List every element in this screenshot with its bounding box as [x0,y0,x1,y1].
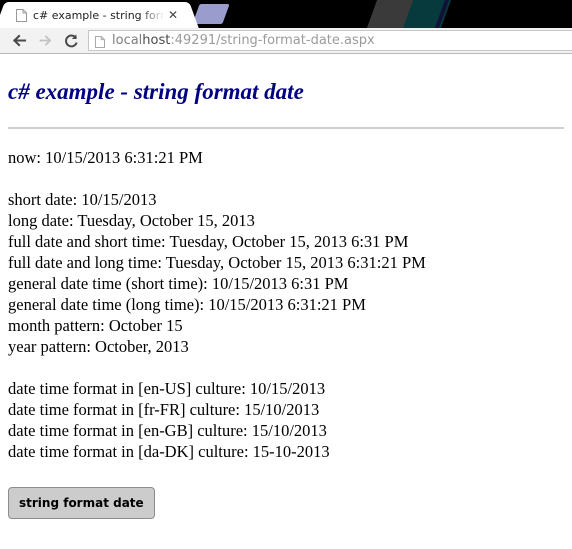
tab-title: c# example - string forma [33,8,164,22]
browser-toolbar: localhost:49291/string-format-date.aspx [0,28,572,54]
document-icon [16,8,27,22]
string-format-date-button[interactable]: string format date [8,486,155,519]
tab-strip: c# example - string forma ✕ [0,0,572,28]
close-icon[interactable]: ✕ [166,8,180,22]
address-bar-url: localhost:49291/string-format-date.aspx [112,33,375,48]
format-line: general date time (short time): 10/15/20… [8,273,349,293]
document-icon [95,35,105,48]
arrow-right-icon [39,35,51,46]
format-line: short date: 10/15/2013 [8,189,157,209]
reload-icon [64,33,78,47]
format-line: long date: Tuesday, October 15, 2013 [8,210,255,230]
culture-line: date time format in [en-GB] culture: 15/… [8,420,327,440]
format-line: full date and short time: Tuesday, Octob… [8,231,409,251]
format-line: year pattern: October, 2013 [8,336,189,356]
back-button[interactable] [6,29,32,53]
culture-line: date time format in [da-DK] culture: 15-… [8,441,330,461]
url-host-strong: host [142,33,171,48]
format-line: general date time (long time): 10/15/201… [8,294,366,314]
new-tab-button[interactable] [192,4,230,24]
browser-tab[interactable]: c# example - string forma ✕ [8,2,186,28]
culture-lines-block: date time format in [en-US] culture: 10/… [8,378,564,462]
format-lines-block: short date: 10/15/2013 long date: Tuesday… [8,189,564,357]
now-line: now: 10/15/2013 6:31:21 PM [8,147,203,167]
culture-line: date time format in [fr-FR] culture: 15/… [8,399,320,419]
title-divider [8,126,564,129]
url-path: :49291/string-format-date.aspx [170,33,375,48]
url-host-prefix: local [112,33,143,48]
page-title: c# example - string format date [8,79,304,104]
address-bar[interactable]: localhost:49291/string-format-date.aspx [88,30,572,51]
browser-chrome: c# example - string forma ✕ localhost:49… [0,0,572,54]
forward-button[interactable] [32,29,58,53]
reload-button[interactable] [58,29,84,53]
page-content: c# example - string format date now: 10/… [0,78,572,549]
format-line: month pattern: October 15 [8,315,183,335]
culture-line: date time format in [en-US] culture: 10/… [8,378,326,398]
format-line: full date and long time: Tuesday, Octobe… [8,252,426,272]
arrow-left-icon [12,34,26,47]
